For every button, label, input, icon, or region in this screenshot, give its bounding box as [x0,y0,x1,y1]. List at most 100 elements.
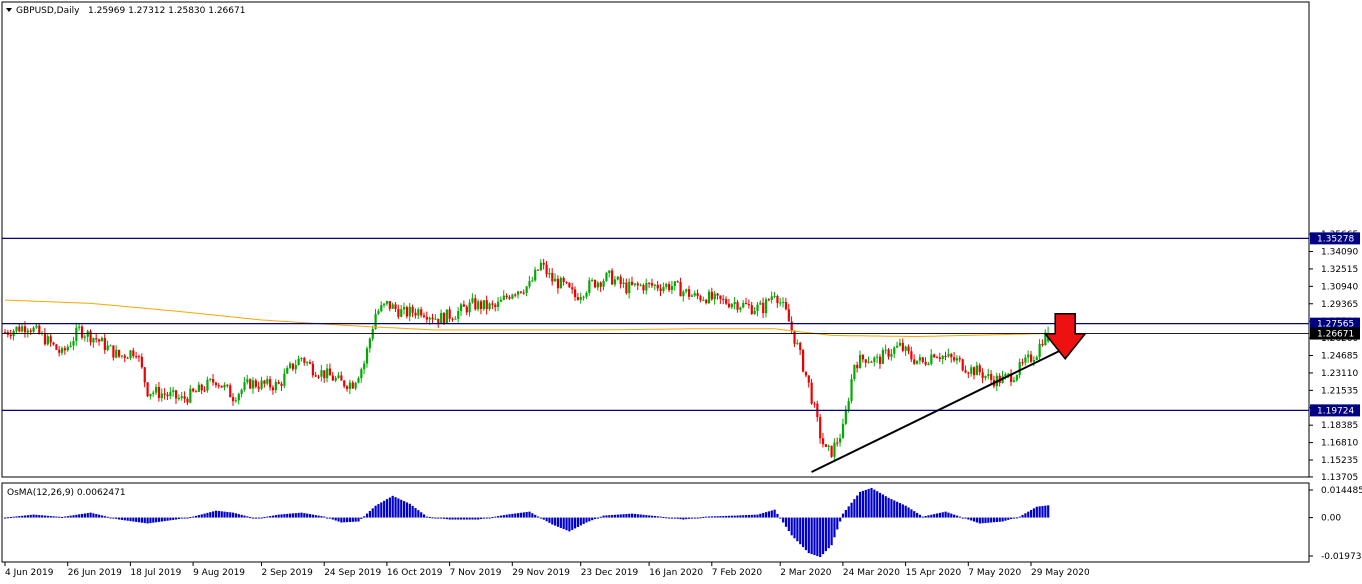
candle-body [973,367,976,376]
osma-bar [494,516,497,518]
osma-bar [391,495,394,518]
osma-bar [135,517,138,522]
candle-body [260,380,263,389]
osma-bar [9,516,12,518]
osma-bar [653,515,656,518]
candle-body [75,327,78,342]
candle-body [559,277,562,289]
candle-body [514,294,517,296]
candle-body [294,365,297,370]
osma-bar [890,499,893,518]
candle-body [112,345,115,358]
osma-bar [197,515,200,518]
candle-body [482,300,485,310]
osma-bar [411,505,414,518]
candle-body [705,299,708,304]
time-tick-label: 15 Apr 2020 [906,568,962,578]
candle-body [4,332,7,334]
osma-bar [257,517,260,519]
candle-body [927,363,930,365]
osma-bar [1012,517,1016,519]
osma-bar [571,517,574,530]
candle-body [286,367,289,374]
osma-bar [323,516,326,518]
candle-body [462,304,466,307]
osma-bar [488,517,491,519]
osma-bar [864,489,867,518]
candle-body [1018,362,1021,376]
osma-bar [562,517,565,530]
candle-body [83,336,86,338]
osma-bar [807,517,810,554]
candle-body [554,278,557,282]
osma-bar [896,501,899,518]
candle-body [804,371,808,376]
candle-body [223,384,226,388]
osma-bar [485,517,488,519]
candle-body [405,307,409,317]
osma-bar [844,509,847,518]
candle-body [784,302,788,310]
osma-bar [733,515,736,518]
osma-bar [160,517,163,522]
osma-bar [442,517,446,519]
osma-bar [682,517,685,520]
candle-body [226,384,229,386]
osma-bar [856,495,859,518]
osma-bar [870,487,873,518]
osma-bar [115,517,118,519]
osma-bar [163,517,166,522]
osma-bar [716,516,719,518]
osma-bar [4,517,7,519]
osma-bar [582,517,585,524]
osma-bar [437,517,440,519]
candle-body [802,350,805,372]
candle-body [160,393,163,398]
candle-body [38,325,41,334]
osma-bar [220,511,223,518]
candle-body [237,393,240,401]
candle-body [183,396,186,399]
osma-bar [519,512,523,518]
osma-bar [970,517,973,521]
candle-body [61,348,64,353]
chart-canvas[interactable]: 1.356651.340901.325151.309401.293651.277… [0,0,1362,584]
candle-body [799,342,802,351]
osma-bar [129,517,132,522]
candle-body [548,272,551,275]
osma-bar [961,517,964,519]
candle-body [106,345,109,350]
time-tick-label: 29 May 2020 [1031,568,1090,578]
candle-body [152,392,155,394]
osma-bar [80,513,84,518]
osma-bar [348,517,352,523]
candle-body [690,295,694,297]
candle-body [653,284,656,286]
osma-bar [428,516,431,518]
candle-body [289,363,292,368]
candle-body [234,400,238,402]
candle-body [1030,354,1033,362]
osma-bar [739,515,742,518]
osma-bar [425,516,428,518]
candle-body [534,269,537,281]
osma-bar [910,509,913,518]
time-tick-label: 26 Jun 2019 [68,568,122,578]
osma-bar [793,517,796,539]
candle-body [861,354,865,360]
osma-bar [334,517,337,521]
osma-bar [49,516,52,518]
osma-bar [599,516,602,518]
osma-bar [608,515,611,518]
osma-bar [699,517,702,519]
osma-bar [1047,505,1050,518]
candle-body [910,351,913,360]
candle-body [830,445,833,457]
osma-bar [764,512,768,518]
osma-bar [1041,506,1044,518]
candle-body [257,386,260,389]
osma-bar [394,497,397,518]
candle-body [240,389,243,394]
osma-bar [505,514,508,518]
osma-axis: 0.0144858 0.00 -0.0197354 [1309,486,1362,562]
